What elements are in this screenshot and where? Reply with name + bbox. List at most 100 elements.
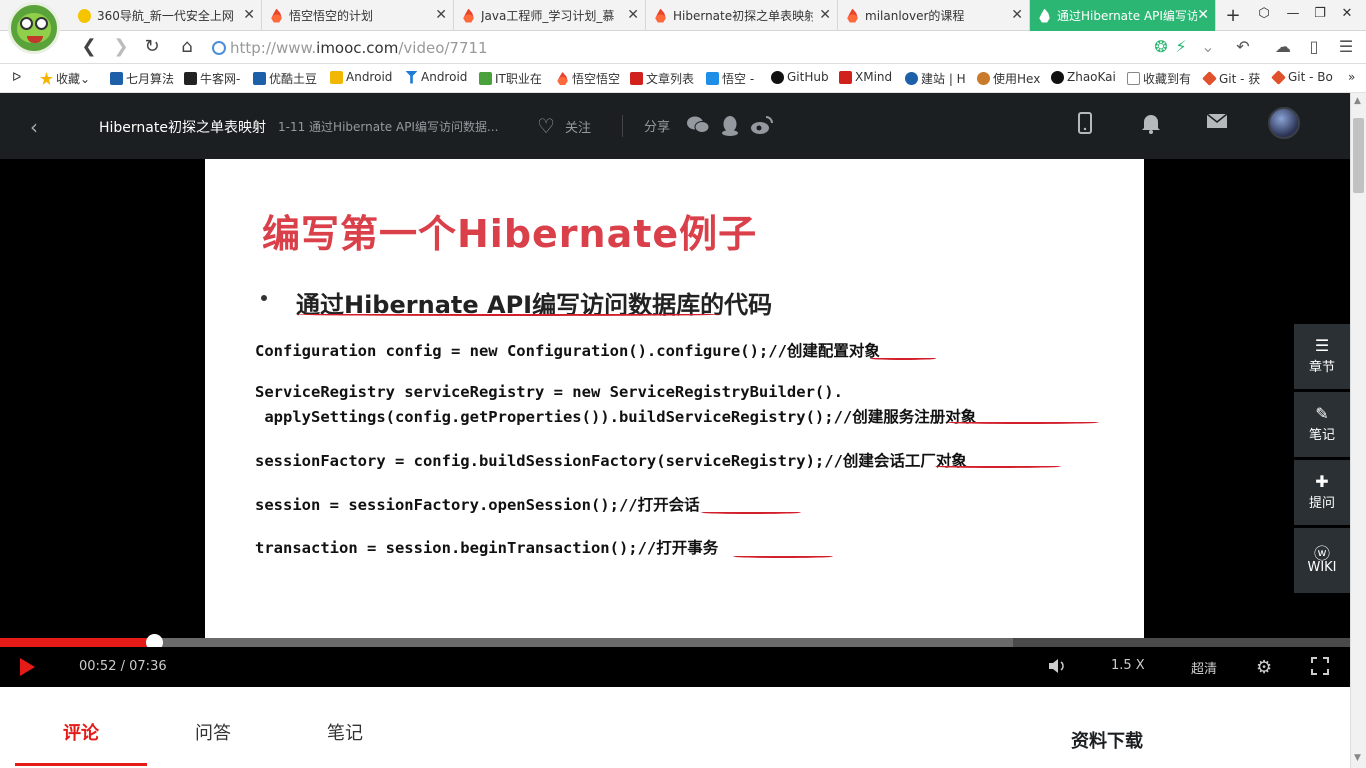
bookmark-item[interactable]: 建站 | H: [905, 70, 966, 87]
close-tab-icon[interactable]: ✕: [1197, 7, 1209, 23]
volume-icon[interactable]: [1047, 657, 1067, 679]
video-player[interactable]: 编写第一个Hibernate例子 通过Hibernate API编写访问数据库的…: [0, 159, 1350, 687]
user-avatar[interactable]: [1268, 107, 1300, 139]
home-icon[interactable]: ⌂: [176, 37, 198, 57]
back-arrow-icon[interactable]: ‹: [30, 115, 38, 139]
bookmarks-overflow-icon[interactable]: »: [1348, 70, 1355, 84]
side-chapters-button[interactable]: ☰ 章节: [1294, 324, 1350, 389]
resources-download-heading: 资料下载: [1071, 731, 1143, 752]
course-header: ‹ Hibernate初探之单表映射 1-11 通过Hibernate API编…: [0, 93, 1350, 159]
playback-speed[interactable]: 1.5 X: [1111, 658, 1145, 673]
wechat-icon[interactable]: [686, 115, 710, 137]
browser-tab[interactable]: 悟空悟空的计划 ✕: [262, 0, 454, 31]
imooc-favicon-icon: [847, 8, 858, 23]
fullscreen-icon[interactable]: [1311, 657, 1329, 679]
close-tab-icon[interactable]: ✕: [1011, 7, 1023, 23]
mail-icon[interactable]: [1203, 112, 1231, 140]
divider: [622, 115, 623, 137]
notification-bell-icon[interactable]: [1137, 112, 1165, 140]
minimize-icon[interactable]: —: [1283, 6, 1303, 21]
scrollbar-thumb[interactable]: [1353, 118, 1364, 193]
bookmark-item[interactable]: 悟空悟空: [556, 70, 620, 87]
new-tab-icon[interactable]: +: [1223, 5, 1243, 26]
code-line: ServiceRegistry serviceRegistry = new Se…: [255, 383, 843, 401]
weibo-icon[interactable]: [750, 115, 774, 137]
bookmark-item[interactable]: GitHub: [771, 70, 829, 84]
close-window-icon[interactable]: ✕: [1337, 6, 1357, 21]
time-display: 00:52 / 07:36: [79, 659, 167, 674]
browser-nav-bar: ❮ ❯ ↻ ⌂ http://www.imooc.com/video/7711 …: [0, 31, 1366, 64]
restore-icon[interactable]: ❐: [1310, 6, 1330, 21]
bookmark-item[interactable]: 文章列表: [630, 70, 694, 87]
cloud-icon[interactable]: ☁: [1272, 38, 1294, 56]
play-icon[interactable]: [20, 658, 35, 676]
bookmark-item[interactable]: 悟空 -: [706, 70, 754, 87]
browser-tab[interactable]: 360导航_新一代安全上网 ✕: [70, 0, 262, 31]
bullet-dot: [261, 295, 267, 301]
close-tab-icon[interactable]: ✕: [819, 7, 831, 23]
code-line: session = sessionFactory.openSession();/…: [255, 496, 700, 514]
tab-comments[interactable]: 评论: [63, 719, 99, 745]
browser-tab[interactable]: Hibernate初探之单表映射 ✕: [646, 0, 838, 31]
speed-mode-icon[interactable]: ⚡: [1170, 38, 1192, 56]
follow-button[interactable]: ♡ 关注: [537, 114, 591, 138]
tab-notes[interactable]: 笔记: [327, 719, 363, 745]
undo-icon[interactable]: ↶: [1232, 38, 1254, 56]
bookmark-item[interactable]: Android: [330, 70, 392, 84]
dropdown-icon[interactable]: ⌄: [1197, 38, 1219, 56]
close-tab-icon[interactable]: ✕: [627, 7, 639, 23]
side-question-button[interactable]: ✚ 提问: [1294, 460, 1350, 525]
bookmark-item[interactable]: 优酷土豆: [253, 70, 317, 87]
played-bar: [0, 638, 154, 647]
handwritten-underline: [870, 357, 936, 360]
browser-logo-icon[interactable]: [8, 2, 60, 54]
page-scrollbar[interactable]: ▲ ▼: [1350, 93, 1366, 768]
bookmark-item[interactable]: IT职业在: [479, 70, 542, 87]
bookmark-item[interactable]: 收藏 ⌄: [40, 70, 90, 87]
bookmark-item[interactable]: ZhaoKai: [1051, 70, 1116, 84]
handwritten-underline: [733, 555, 833, 558]
address-bar[interactable]: http://www.imooc.com/video/7711: [212, 36, 1222, 60]
video-progress-bar[interactable]: [0, 634, 1350, 651]
code-line: Configuration config = new Configuration…: [255, 342, 880, 360]
imooc-favicon-icon: [1039, 8, 1050, 23]
bookmark-item[interactable]: Android: [405, 70, 467, 84]
imooc-favicon-icon: [463, 8, 474, 23]
wiki-icon: ⓦ: [1313, 544, 1330, 563]
bookmark-item[interactable]: 收藏到有: [1127, 70, 1191, 87]
handwritten-underline: [296, 313, 722, 316]
quality-selector[interactable]: 超清: [1191, 658, 1217, 677]
reload-icon[interactable]: ↻: [141, 37, 163, 57]
back-icon[interactable]: ❮: [78, 37, 100, 57]
bookmark-item[interactable]: 使用Hex: [977, 70, 1040, 87]
qq-icon[interactable]: [718, 115, 742, 137]
course-title[interactable]: Hibernate初探之单表映射: [99, 117, 266, 137]
side-notes-button[interactable]: ✎ 笔记: [1294, 392, 1350, 457]
side-wiki-button[interactable]: ⓦ WIKI: [1294, 528, 1350, 593]
skin-icon[interactable]: ⬡: [1254, 6, 1274, 21]
browser-tab[interactable]: Java工程师_学习计划_慕 ✕: [454, 0, 646, 31]
close-tab-icon[interactable]: ✕: [243, 7, 255, 23]
settings-gear-icon[interactable]: ⚙: [1256, 657, 1272, 678]
mobile-icon[interactable]: [1071, 112, 1099, 140]
browser-tab[interactable]: milanlover的课程 ✕: [838, 0, 1030, 31]
bookmark-item[interactable]: Git - Bo: [1271, 69, 1333, 85]
bookmark-item[interactable]: XMind: [839, 70, 892, 84]
code-line: sessionFactory = config.buildSessionFact…: [255, 452, 967, 470]
active-tab-indicator: [15, 763, 147, 766]
scroll-up-icon[interactable]: ▲: [1354, 96, 1361, 106]
close-tab-icon[interactable]: ✕: [435, 7, 447, 23]
reading-mode-icon[interactable]: ▯: [1303, 38, 1325, 56]
tab-qa[interactable]: 问答: [195, 719, 231, 745]
security-shield-icon[interactable]: ❂: [1150, 38, 1172, 56]
question-icon: ✚: [1315, 472, 1329, 491]
browser-tab-active[interactable]: 通过Hibernate API编写访 ✕: [1030, 0, 1216, 31]
bookmark-item[interactable]: Git - 获: [1202, 70, 1260, 87]
forward-icon[interactable]: ❯: [110, 37, 132, 57]
scroll-down-icon[interactable]: ▼: [1354, 753, 1361, 763]
bookmarks-bar: ᐅ 收藏 ⌄ 七月算法 牛客网- 优酷土豆 Android Android IT…: [0, 64, 1366, 93]
bookmark-item[interactable]: 牛客网-: [184, 70, 240, 87]
menu-icon[interactable]: ☰: [1335, 38, 1357, 56]
bookmark-item[interactable]: 七月算法: [110, 70, 174, 87]
sidebar-toggle-icon[interactable]: ᐅ: [12, 70, 21, 84]
